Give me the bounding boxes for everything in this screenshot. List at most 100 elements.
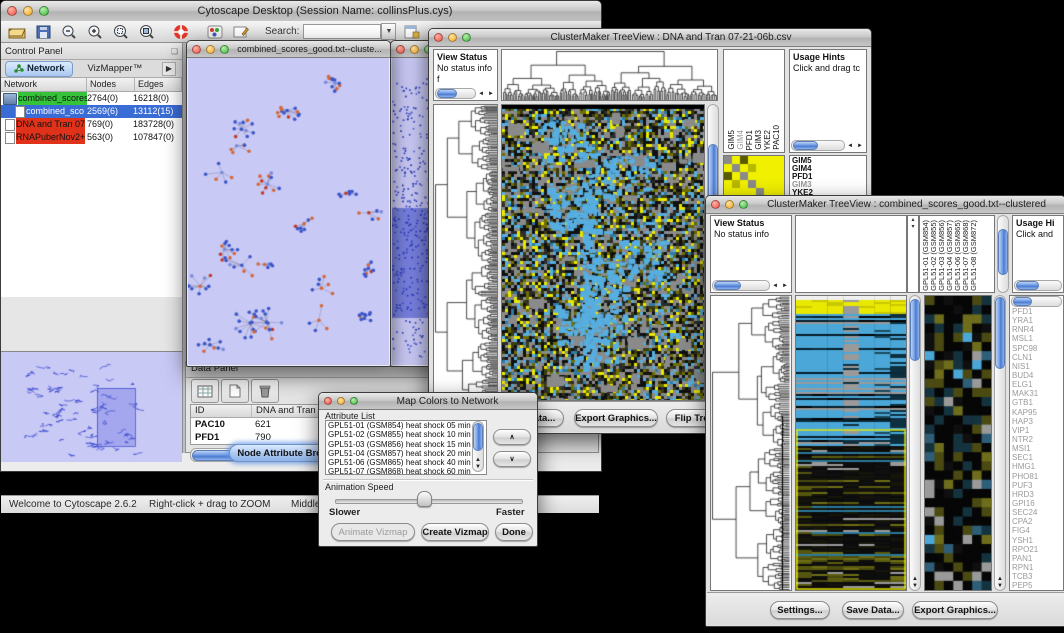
- settings-button[interactable]: Settings...: [770, 601, 830, 619]
- gene-label[interactable]: VIP1: [1012, 426, 1063, 435]
- tv1-hints-hscrollbar[interactable]: ◄►: [791, 140, 865, 151]
- close-icon[interactable]: [192, 45, 201, 54]
- gene-label[interactable]: TCB3: [1012, 572, 1063, 581]
- net1-titlebar[interactable]: combined_scores_good.txt--cluste...: [187, 41, 390, 58]
- float-panel-icon[interactable]: ❏: [171, 47, 178, 56]
- gene-label[interactable]: MSL1: [1012, 334, 1063, 343]
- zoom-window-icon[interactable]: [39, 6, 49, 16]
- tv2-col-arrow-strip[interactable]: ▴▾: [907, 215, 919, 293]
- scroll-right-icon[interactable]: ►: [855, 143, 865, 149]
- minimize-icon[interactable]: [448, 33, 457, 42]
- attribute-list-item[interactable]: GPL51-02 (GSM855) heat shock 10 min: [326, 430, 486, 439]
- gene-label[interactable]: NTR2: [1012, 435, 1063, 444]
- network-list-row[interactable]: combined_scores 2764(0) 16218(0): [1, 92, 182, 105]
- minimize-icon[interactable]: [337, 397, 345, 405]
- gene-label[interactable]: HAP3: [1012, 417, 1063, 426]
- network-canvas[interactable]: [188, 58, 389, 365]
- tv2-status-hscrollbar[interactable]: ◄►: [712, 280, 790, 291]
- close-icon[interactable]: [711, 200, 720, 209]
- export-graphics-button[interactable]: Export Graphics...: [912, 601, 998, 619]
- gene-label[interactable]: PFD1: [792, 173, 864, 181]
- search-options-icon[interactable]: [402, 24, 422, 40]
- close-icon[interactable]: [396, 45, 405, 54]
- network-list-row[interactable]: combined_sco 2569(6) 13112(15): [1, 105, 182, 118]
- minimize-icon[interactable]: [410, 45, 419, 54]
- scroll-right-icon[interactable]: ►: [486, 91, 496, 97]
- zoom-window-icon[interactable]: [462, 33, 471, 42]
- tv2-titlebar[interactable]: ClusterMaker TreeView : combined_scores_…: [706, 196, 1064, 214]
- tv2-heatmap-vscrollbar[interactable]: ▲▼: [909, 295, 921, 591]
- gene-label[interactable]: FIG4: [1012, 526, 1063, 535]
- gene-label[interactable]: PUF3: [1012, 481, 1063, 490]
- gene-label[interactable]: CPA2: [1012, 517, 1063, 526]
- move-up-button[interactable]: ∧: [493, 429, 531, 445]
- tv2-genes-hscrollbar[interactable]: [1011, 296, 1062, 307]
- minimize-icon[interactable]: [23, 6, 33, 16]
- gene-label[interactable]: SPC98: [1012, 344, 1063, 353]
- gene-label[interactable]: YRA1: [1012, 316, 1063, 325]
- close-icon[interactable]: [7, 6, 17, 16]
- attribute-list-item[interactable]: GPL51-07 (GSM868) heat shock 60 min: [326, 467, 486, 475]
- gene-label[interactable]: PHO81: [1012, 472, 1063, 481]
- scroll-right-icon[interactable]: ►: [780, 283, 790, 289]
- tv2-header-vscrollbar[interactable]: [997, 215, 1009, 293]
- attribute-list-item[interactable]: GPL51-06 (GSM865) heat shock 40 min: [326, 458, 486, 467]
- gene-label[interactable]: YSH1: [1012, 536, 1063, 545]
- main-titlebar[interactable]: Cytoscape Desktop (Session Name: collins…: [1, 1, 601, 22]
- tv2-heatmap[interactable]: [795, 295, 907, 591]
- gene-label[interactable]: RPO21: [1012, 545, 1063, 554]
- gene-label[interactable]: KAP95: [1012, 408, 1063, 417]
- animate-vizmap-button[interactable]: Animate Vizmap: [331, 523, 415, 541]
- gene-label[interactable]: MSI1: [1012, 444, 1063, 453]
- move-down-button[interactable]: ∨: [493, 451, 531, 467]
- tab-vizmapper[interactable]: VizMapper™: [87, 63, 142, 74]
- zoom-window-icon[interactable]: [220, 45, 229, 54]
- attribute-list-item[interactable]: GPL51-01 (GSM854) heat shock 05 min: [326, 421, 486, 430]
- network-list-row[interactable]: DNA and Tran 07 769(0) 183728(0): [1, 118, 182, 131]
- dialog-titlebar[interactable]: Map Colors to Network: [319, 393, 537, 410]
- close-icon[interactable]: [434, 33, 443, 42]
- create-vizmap-button[interactable]: Create Vizmap: [421, 523, 489, 541]
- vizmapper-icon[interactable]: [205, 24, 225, 40]
- annotation-icon[interactable]: [231, 24, 251, 40]
- gene-label[interactable]: GIM3: [792, 181, 864, 189]
- gene-label[interactable]: ELG1: [1012, 380, 1063, 389]
- zoom-selected-icon[interactable]: [111, 24, 131, 40]
- scroll-left-icon[interactable]: ◄: [845, 143, 855, 149]
- gene-label[interactable]: CLN1: [1012, 353, 1063, 362]
- tv2-zoom-vscrollbar[interactable]: ▲▼: [994, 295, 1006, 591]
- scroll-arrows-icon[interactable]: ▲▼: [994, 576, 1006, 590]
- network-list-row[interactable]: RNAPuberNov2+ 563(0) 107847(0): [1, 131, 182, 144]
- minimize-icon[interactable]: [725, 200, 734, 209]
- close-icon[interactable]: [324, 397, 332, 405]
- tv1-row-dendrogram[interactable]: [433, 104, 498, 401]
- scroll-left-icon[interactable]: ◄: [476, 91, 486, 97]
- gene-label[interactable]: BUD4: [1012, 371, 1063, 380]
- export-graphics-button[interactable]: Export Graphics...: [574, 409, 658, 427]
- gene-label[interactable]: HMG1: [1012, 462, 1063, 471]
- gene-label[interactable]: PFD1: [1012, 307, 1063, 316]
- gene-label[interactable]: NIS1: [1012, 362, 1063, 371]
- minimize-icon[interactable]: [206, 45, 215, 54]
- open-file-icon[interactable]: [7, 24, 27, 40]
- attribute-list-item[interactable]: GPL51-03 (GSM856) heat shock 15 min: [326, 440, 486, 449]
- save-data-button[interactable]: Save Data...: [842, 601, 904, 619]
- gene-label[interactable]: GIM5: [792, 157, 864, 165]
- zoom-window-icon[interactable]: [350, 397, 358, 405]
- search-input[interactable]: [303, 24, 381, 39]
- attribute-list-item[interactable]: GPL51-04 (GSM857) heat shock 20 min: [326, 449, 486, 458]
- scroll-left-icon[interactable]: ◄: [770, 283, 780, 289]
- gene-label[interactable]: RPN1: [1012, 563, 1063, 572]
- tv2-hints-hscrollbar[interactable]: [1014, 280, 1062, 291]
- tv1-status-hscrollbar[interactable]: ◄►: [435, 88, 496, 99]
- gene-label[interactable]: SEC24: [1012, 508, 1063, 517]
- zoom-fit-icon[interactable]: [137, 24, 157, 40]
- tv2-row-dendrogram[interactable]: [710, 295, 792, 591]
- tv1-titlebar[interactable]: ClusterMaker TreeView : DNA and Tran 07-…: [429, 29, 871, 47]
- scroll-arrows-icon[interactable]: ▲▼: [909, 576, 921, 590]
- gene-label[interactable]: RNR4: [1012, 325, 1063, 334]
- search-dropdown-icon[interactable]: ▼: [381, 23, 396, 40]
- gene-label[interactable]: SEC1: [1012, 453, 1063, 462]
- done-button[interactable]: Done: [495, 523, 533, 541]
- gene-label[interactable]: GPI16: [1012, 499, 1063, 508]
